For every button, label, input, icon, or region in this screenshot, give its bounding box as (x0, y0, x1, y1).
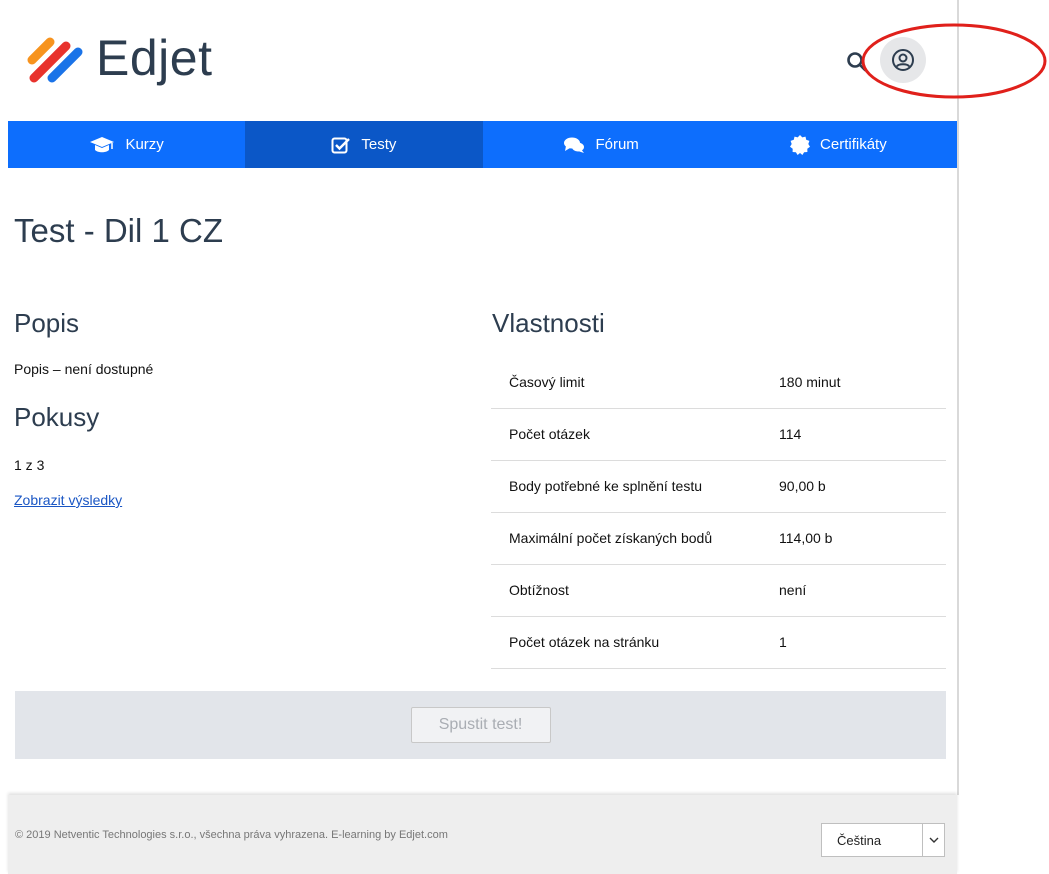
nav-item-label: Fórum (595, 136, 639, 153)
page: Edjet Kurzy Testy Fórum Certifikáty Test… (0, 0, 1049, 874)
nav-item-forum[interactable]: Fórum (483, 121, 720, 168)
property-value: 114 (761, 408, 946, 461)
check-square-icon (331, 137, 351, 153)
logo-text: Edjet (96, 30, 213, 86)
properties-heading: Vlastnosti (492, 308, 605, 338)
nav-item-testy[interactable]: Testy (245, 121, 483, 168)
property-value: 180 minut (761, 356, 946, 409)
property-key: Obtížnost (491, 564, 761, 617)
property-key: Maximální počet získaných bodů (491, 512, 761, 565)
certificate-icon (790, 134, 811, 155)
property-value: 114,00 b (761, 512, 946, 565)
property-key: Počet otázek na stránku (491, 616, 761, 669)
property-key: Body potřebné ke splnění testu (491, 460, 761, 513)
chevron-down-icon (929, 837, 938, 843)
edjet-logo-icon (27, 37, 83, 83)
property-value: není (761, 564, 946, 617)
table-row: Body potřebné ke splnění testu 90,00 b (491, 460, 946, 513)
table-row: Počet otázek na stránku 1 (491, 616, 946, 669)
property-value: 1 (761, 616, 946, 669)
nav-item-label: Certifikáty (820, 136, 887, 153)
language-dropdown-toggle[interactable] (922, 824, 944, 856)
properties-table: Časový limit 180 minut Počet otázek 114 … (491, 356, 946, 669)
nav-item-label: Kurzy (125, 136, 164, 153)
footer: © 2019 Netventic Technologies s.r.o., vš… (8, 795, 957, 874)
comments-icon (564, 137, 585, 153)
logo[interactable]: Edjet (26, 30, 213, 86)
property-value: 90,00 b (761, 460, 946, 513)
table-row: Maximální počet získaných bodů 114,00 b (491, 512, 946, 565)
header: Edjet (0, 0, 1047, 121)
language-select[interactable]: Čeština (821, 823, 945, 857)
nav-item-label: Testy (361, 136, 397, 153)
search-button[interactable] (844, 49, 870, 75)
search-icon (847, 52, 867, 72)
show-results-link[interactable]: Zobrazit výsledky (14, 492, 122, 508)
attempts-heading: Pokusy (14, 402, 100, 432)
nav-item-kurzy[interactable]: Kurzy (8, 121, 245, 168)
start-test-button[interactable]: Spustit test! (410, 707, 551, 743)
description-text: Popis – není dostupné (14, 361, 154, 377)
table-row: Časový limit 180 minut (491, 356, 946, 409)
actions-bar: Spustit test! (15, 691, 946, 759)
graduation-cap-icon (90, 136, 115, 152)
nav-item-certifikaty[interactable]: Certifikáty (720, 121, 957, 168)
table-row: Počet otázek 114 (491, 408, 946, 461)
language-value: Čeština (837, 832, 882, 848)
table-row: Obtížnost není (491, 564, 946, 617)
page-border (957, 0, 959, 795)
property-key: Časový limit (491, 356, 761, 409)
user-circle-icon (892, 49, 914, 71)
property-key: Počet otázek (491, 408, 761, 461)
copyright-text: © 2019 Netventic Technologies s.r.o., vš… (15, 829, 448, 841)
user-menu-button[interactable] (880, 37, 926, 83)
main-nav: Kurzy Testy Fórum Certifikáty (8, 121, 957, 168)
page-title: Test - Dil 1 CZ (14, 212, 224, 249)
attempts-count: 1 z 3 (14, 457, 45, 473)
description-heading: Popis (14, 308, 80, 338)
